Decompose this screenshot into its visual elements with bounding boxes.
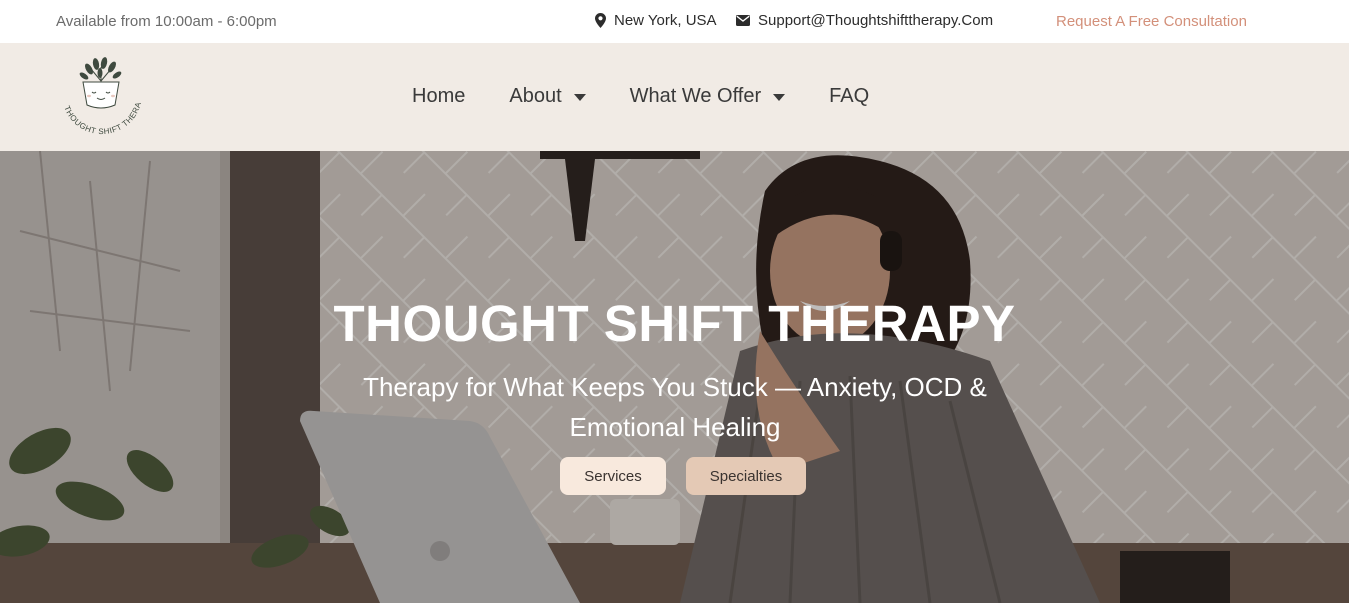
hero-section: THOUGHT SHIFT THERAPY Therapy for What K…: [0, 151, 1349, 603]
hero-title: THOUGHT SHIFT THERAPY: [333, 295, 1016, 352]
caret-down-icon[interactable]: [573, 94, 586, 101]
nav-about[interactable]: About: [509, 85, 586, 108]
nav-what-we-offer-label[interactable]: What We Offer: [630, 85, 762, 108]
site-logo[interactable]: THOUGHT SHIFT THERAPY: [52, 44, 149, 145]
nav-about-label[interactable]: About: [509, 85, 561, 108]
top-info-bar: Available from 10:00am - 6:00pm New York…: [0, 0, 1349, 43]
logo-mark: THOUGHT SHIFT THERAPY: [52, 44, 143, 136]
map-pin-icon: [595, 13, 606, 28]
nav-what-we-offer[interactable]: What We Offer: [630, 85, 786, 108]
business-hours: Available from 10:00am - 6:00pm: [56, 13, 277, 30]
caret-down-icon[interactable]: [773, 94, 786, 101]
email-info[interactable]: Support@Thoughtshifttherapy.Com: [736, 12, 993, 29]
location-text: New York, USA: [614, 12, 717, 29]
specialties-button[interactable]: Specialties: [686, 457, 806, 495]
nav-home[interactable]: Home: [412, 85, 465, 108]
services-button[interactable]: Services: [560, 457, 666, 495]
site-header: THOUGHT SHIFT THERAPY Home About What We…: [0, 43, 1349, 151]
nav-faq-label[interactable]: FAQ: [829, 85, 869, 108]
request-consultation-link[interactable]: Request A Free Consultation: [1056, 13, 1247, 30]
envelope-icon: [736, 15, 750, 26]
main-nav: Home About What We Offer FAQ: [412, 85, 869, 108]
email-text[interactable]: Support@Thoughtshifttherapy.Com: [758, 12, 993, 29]
location-info: New York, USA: [595, 12, 717, 29]
hero-subtitle: Therapy for What Keeps You Stuck — Anxie…: [363, 372, 987, 442]
nav-home-label[interactable]: Home: [412, 85, 465, 108]
nav-faq[interactable]: FAQ: [829, 85, 869, 108]
